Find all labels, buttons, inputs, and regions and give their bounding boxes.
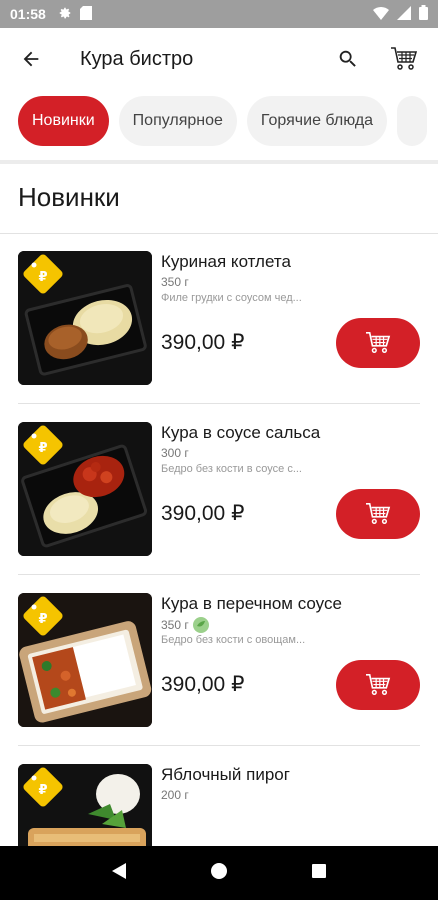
page-title: Кура бистро	[80, 47, 194, 70]
product-weight: 200 г	[161, 788, 189, 802]
square-recents-icon	[311, 863, 326, 878]
shopping-cart-icon	[366, 503, 391, 524]
product-name: Кура в перечном соусе	[161, 594, 342, 613]
category-chip-popular[interactable]: Популярное	[118, 96, 237, 146]
svg-text:₽: ₽	[38, 270, 47, 285]
product-price: 390,00 ₽	[161, 502, 245, 525]
divider	[18, 403, 420, 404]
search-icon	[339, 50, 356, 67]
svg-text:₽: ₽	[38, 783, 47, 798]
category-chip-more[interactable]	[397, 96, 428, 146]
product-card[interactable]: ₽ Куриная котлета 350 г Филе грудки с со…	[0, 234, 438, 404]
triangle-back-icon	[112, 862, 127, 879]
divider	[18, 574, 420, 575]
divider	[18, 745, 420, 746]
circle-home-icon	[210, 862, 227, 879]
category-chip-new[interactable]: Новинки	[18, 96, 109, 146]
product-price: 390,00 ₽	[161, 331, 245, 354]
wifi-icon	[373, 6, 389, 23]
shopping-cart-icon	[366, 674, 391, 695]
product-description: Филе грудки с соусом чед...	[161, 292, 302, 304]
battery-icon	[419, 5, 428, 23]
product-description: Бедро без кости с овощам...	[161, 634, 306, 646]
status-bar: 01:58	[0, 0, 438, 28]
back-button[interactable]	[0, 28, 62, 90]
product-card[interactable]: ₽ Яблочный пирог 200 г	[0, 747, 438, 846]
nav-back-button[interactable]	[111, 862, 127, 885]
product-weight: 350 г	[161, 617, 209, 633]
svg-text:₽: ₽	[38, 612, 47, 627]
add-to-cart-button[interactable]	[336, 318, 420, 368]
search-button[interactable]	[320, 31, 376, 87]
nav-home-button[interactable]	[210, 862, 228, 885]
signal-icon	[397, 5, 411, 23]
product-card[interactable]: ₽ Кура в соусе сальса 300 г Бедро без ко…	[0, 405, 438, 575]
product-name: Яблочный пирог	[161, 765, 290, 784]
product-description: Бедро без кости в соусе с...	[161, 463, 302, 475]
product-name: Куриная котлета	[161, 252, 291, 271]
shopping-cart-icon	[366, 332, 391, 353]
product-image-chicken-salsa: ₽	[18, 422, 152, 556]
product-name: Кура в соусе сальса	[161, 423, 321, 442]
status-time: 01:58	[10, 6, 46, 22]
cart-button[interactable]	[376, 31, 432, 87]
section-title: Новинки	[18, 182, 120, 212]
category-chip-hot-dishes[interactable]: Горячие блюда	[246, 96, 388, 146]
add-to-cart-button[interactable]	[336, 660, 420, 710]
product-image-apple-pie: ₽	[18, 764, 152, 846]
product-weight: 350 г	[161, 275, 189, 289]
product-price: 390,00 ₽	[161, 673, 245, 696]
system-navigation-bar	[0, 846, 438, 900]
product-list: ₽ Куриная котлета 350 г Филе грудки с со…	[0, 234, 438, 846]
svg-text:₽: ₽	[38, 441, 47, 456]
eco-badge-icon	[192, 617, 209, 633]
settings-icon	[58, 6, 72, 23]
product-image-cutlet: ₽	[18, 251, 152, 385]
product-weight: 300 г	[161, 446, 189, 460]
nav-recents-button[interactable]	[311, 863, 327, 884]
shopping-cart-icon	[391, 47, 418, 70]
arrow-back-icon	[23, 51, 39, 67]
product-card[interactable]: ₽ Кура в перечном соусе 350 г Бедро без …	[0, 576, 438, 746]
app-bar: Кура бистро	[0, 28, 438, 90]
category-tabs: Новинки Популярное Горячие блюда	[18, 96, 428, 154]
sd-card-icon	[79, 5, 92, 23]
product-image-chicken-pepper: ₽	[18, 593, 152, 727]
divider	[0, 160, 438, 164]
add-to-cart-button[interactable]	[336, 489, 420, 539]
